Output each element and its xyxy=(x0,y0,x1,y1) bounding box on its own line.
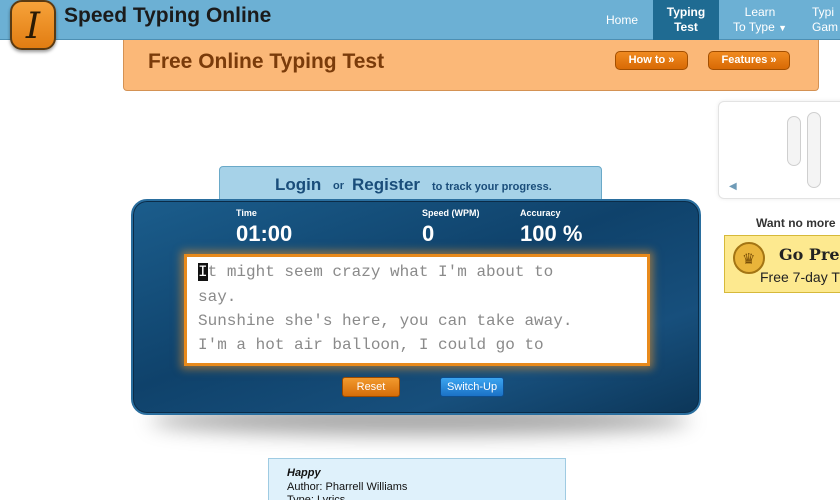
text-line-3: Sunshine she's here, you can take away. xyxy=(198,312,573,330)
nav-learn-label-2: To Type xyxy=(732,19,775,34)
speed-value: 0 xyxy=(422,221,435,246)
page-title: Free Online Typing Test xyxy=(148,50,385,73)
nav-learn-label-1: Learn xyxy=(744,4,776,19)
switch-up-button[interactable]: Switch-Up xyxy=(440,377,504,397)
song-type: Type: Lyrics xyxy=(287,494,346,500)
register-link[interactable]: Register xyxy=(352,175,420,195)
text-line-1: It might seem crazy what I'm about to xyxy=(198,263,553,281)
nav-typing-test-label-2: Test xyxy=(674,20,698,34)
site-title[interactable]: Speed Typing Online xyxy=(64,4,271,28)
speed-label: Speed (WPM) xyxy=(422,208,480,218)
page: I Speed Typing Online Home Typing Test L… xyxy=(0,0,840,500)
earbud-left-icon xyxy=(787,116,801,166)
song-info-box: Happy Author: Pharrell Williams Type: Ly… xyxy=(268,458,566,500)
how-to-button[interactable]: How to » xyxy=(615,51,688,70)
login-note: to track your progress. xyxy=(432,181,552,193)
earbud-right-icon xyxy=(807,112,821,188)
premium-subtitle: Free 7-day T xyxy=(760,269,840,285)
nav-games-label-1: Typi xyxy=(812,5,835,19)
login-or-text: or xyxy=(333,180,344,192)
top-nav-bar: I Speed Typing Online Home Typing Test L… xyxy=(0,0,840,50)
song-title: Happy xyxy=(287,467,321,479)
logo-letter: I xyxy=(25,6,41,47)
logo-icon[interactable]: I xyxy=(10,0,56,50)
page-banner: Free Online Typing Test How to » Feature… xyxy=(123,40,819,91)
want-no-more-ads-text: Want no more xyxy=(756,216,836,230)
text-line-1-rest: t might seem crazy what I'm about to xyxy=(207,263,554,281)
nav-typing-games[interactable]: Typi Gam xyxy=(812,0,840,40)
text-line-4: I'm a hot air balloon, I could go to xyxy=(198,336,544,354)
features-button[interactable]: Features » xyxy=(708,51,790,70)
accuracy-label: Accuracy xyxy=(520,208,561,218)
accuracy-value: 100 % xyxy=(520,221,583,246)
login-link[interactable]: Login xyxy=(275,175,321,195)
premium-ad[interactable]: ♛ Go Prem Free 7-day T xyxy=(724,235,840,293)
dropdown-caret-icon: ▼ xyxy=(778,22,788,33)
time-value: 01:00 xyxy=(236,221,293,246)
nav-learn-to-type[interactable]: Learn To Type ▼ xyxy=(728,0,792,40)
song-author: Author: Pharrell Williams xyxy=(287,481,408,493)
nav-home-label: Home xyxy=(605,12,638,27)
nav-typing-test[interactable]: Typing Test xyxy=(653,0,719,40)
text-line-2: say. xyxy=(198,288,237,306)
reset-button[interactable]: Reset xyxy=(342,377,400,397)
premium-title: Go Prem xyxy=(779,245,840,264)
time-label: Time xyxy=(236,208,257,218)
nav-home[interactable]: Home xyxy=(600,0,644,40)
nav-games-label-2: Gam xyxy=(812,20,839,34)
typing-test-panel: Time 01:00 Speed (WPM) 0 Accuracy 100 % … xyxy=(131,199,701,415)
typing-text-area[interactable]: It might seem crazy what I'm about to sa… xyxy=(184,254,650,366)
nav-typing-test-label-1: Typing xyxy=(666,5,706,19)
ad-prev-arrow-icon[interactable]: ◀ xyxy=(729,181,737,192)
typing-cursor: I xyxy=(198,263,208,281)
